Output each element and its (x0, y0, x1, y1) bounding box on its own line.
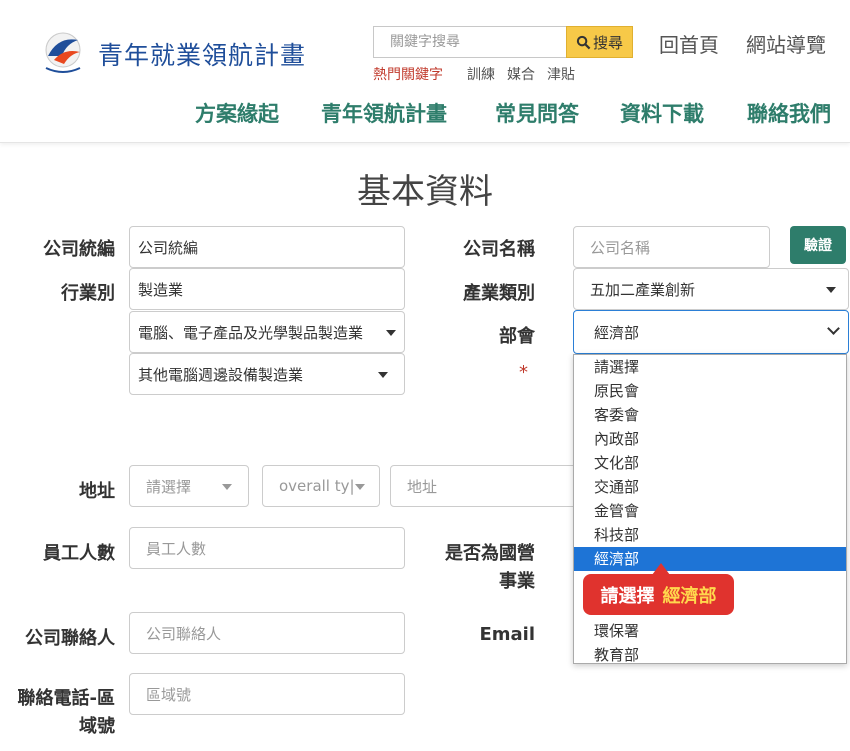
industry-sub2-select[interactable]: 其他電腦週邊設備製造業 (129, 353, 405, 395)
contact-input[interactable]: 公司聯絡人 (129, 612, 405, 654)
industry-sub1-select[interactable]: 電腦、電子產品及光學製品製造業 (129, 311, 405, 353)
industry-field[interactable]: 製造業 (129, 268, 405, 310)
tooltip-highlight: 經濟部 (662, 585, 717, 607)
dropdown-option[interactable]: 交通部 (574, 475, 846, 499)
district-select[interactable]: overall ty| (262, 465, 380, 507)
company-id-label: 公司統編 (43, 239, 115, 260)
company-name-placeholder: 公司名稱 (590, 238, 651, 257)
dropdown-option[interactable]: 環保署 (574, 619, 846, 643)
home-link[interactable]: 回首頁 (659, 29, 719, 58)
verify-button[interactable]: 驗證 (790, 226, 846, 264)
hot-keywords-label: 熱門關鍵字 (373, 67, 443, 83)
dropdown-option[interactable]: 請選擇 (574, 355, 846, 379)
dropdown-option-selected[interactable]: 經濟部 (574, 547, 846, 571)
nav-contact[interactable]: 聯絡我們 (747, 98, 831, 128)
ministry-select[interactable]: 經濟部 (573, 310, 849, 354)
address-placeholder: 地址 (407, 477, 438, 496)
nav-downloads[interactable]: 資料下載 (620, 98, 704, 128)
address-input[interactable]: 地址 (390, 465, 580, 507)
ministry-dropdown-list: 請選擇 原民會 客委會 內政部 文化部 交通部 金管會 科技部 經濟部 環保署 … (573, 354, 847, 664)
address-label: 地址 (79, 481, 115, 502)
site-header: 青年就業領航計畫 搜尋 熱門關鍵字 訓練 媒合 津貼 回首頁 網站導覽 方案緣起… (0, 0, 850, 143)
email-label: Email (479, 624, 535, 645)
hint-tooltip: 請選擇 經濟部 (583, 574, 734, 615)
chevron-down-icon (826, 287, 836, 293)
nav-origin[interactable]: 方案緣起 (195, 98, 279, 128)
district-placeholder: overall ty| (279, 477, 355, 495)
city-placeholder: 請選擇 (146, 477, 192, 496)
hot-keyword-allowance[interactable]: 津貼 (547, 64, 575, 84)
search-icon (576, 35, 591, 49)
page-title: 基本資料 (357, 172, 493, 212)
company-name-field[interactable]: 公司名稱 (573, 226, 770, 268)
employees-label: 員工人數 (43, 543, 115, 564)
dropdown-option[interactable]: 教育部 (574, 643, 846, 663)
state-owned-label-line2: 事業 (499, 571, 535, 592)
chevron-down-icon (827, 322, 840, 335)
phone-area-label-line1: 聯絡電話-區 (17, 688, 115, 709)
employees-placeholder: 員工人數 (146, 539, 207, 558)
industry-category-select[interactable]: 五加二產業創新 (573, 268, 849, 310)
city-select[interactable]: 請選擇 (129, 465, 249, 507)
chevron-down-icon (222, 484, 232, 490)
hot-keyword-matching[interactable]: 媒合 (507, 64, 535, 84)
dropdown-option[interactable]: 客委會 (574, 403, 846, 427)
phone-area-placeholder: 區域號 (146, 685, 192, 704)
industry-sub1-value: 電腦、電子產品及光學製品製造業 (138, 323, 364, 342)
search-button-label: 搜尋 (592, 33, 623, 52)
contact-placeholder: 公司聯絡人 (146, 624, 222, 643)
industry-category-value: 五加二產業創新 (590, 280, 696, 299)
industry-value: 製造業 (138, 280, 184, 299)
search-input[interactable] (373, 26, 566, 58)
company-id-field[interactable]: 公司統編 (129, 226, 405, 268)
company-name-label: 公司名稱 (463, 239, 535, 260)
site-title[interactable]: 青年就業領航計畫 (98, 36, 306, 72)
employees-input[interactable]: 員工人數 (129, 527, 405, 569)
industry-label: 行業別 (61, 283, 115, 304)
contact-label: 公司聯絡人 (25, 628, 115, 649)
hot-keyword-training[interactable]: 訓練 (467, 64, 495, 84)
company-id-value: 公司統編 (138, 238, 199, 257)
dropdown-option[interactable]: 文化部 (574, 451, 846, 475)
dropdown-option[interactable]: 原民會 (574, 379, 846, 403)
search-button[interactable]: 搜尋 (566, 26, 633, 58)
ministry-value: 經濟部 (594, 323, 640, 342)
chevron-down-icon (378, 372, 388, 378)
nav-faq[interactable]: 常見問答 (495, 98, 579, 128)
phone-area-input[interactable]: 區域號 (129, 673, 405, 715)
industry-sub2-value: 其他電腦週邊設備製造業 (138, 365, 304, 384)
sitemap-link[interactable]: 網站導覽 (746, 29, 826, 58)
required-mark: * (519, 362, 528, 383)
dropdown-option[interactable]: 科技部 (574, 523, 846, 547)
logo-icon[interactable] (36, 26, 90, 80)
state-owned-label-line1: 是否為國營 (445, 543, 535, 564)
dropdown-option[interactable]: 內政部 (574, 427, 846, 451)
ministry-label: 部會 (499, 326, 535, 347)
chevron-down-icon (386, 330, 396, 336)
tooltip-prefix: 請選擇 (600, 585, 655, 607)
dropdown-option[interactable]: 金管會 (574, 499, 846, 523)
chevron-down-icon (355, 484, 365, 490)
industry-category-label: 產業類別 (463, 283, 535, 304)
phone-area-label-line2: 域號 (79, 716, 115, 737)
nav-youth-program[interactable]: 青年領航計畫 (321, 98, 447, 128)
